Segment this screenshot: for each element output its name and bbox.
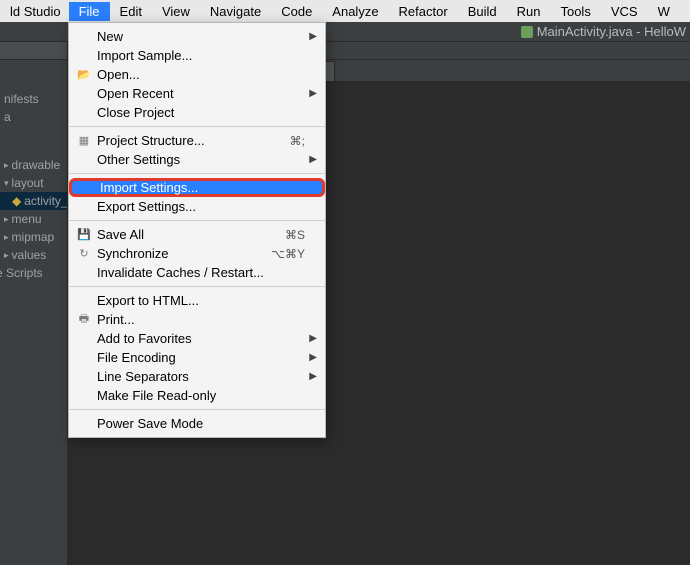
tree-item[interactable]: ▸mipmap	[0, 228, 67, 246]
menu-item-open-recent[interactable]: Open Recent ▶	[69, 84, 325, 103]
menu-item-make-file-read-only[interactable]: Make File Read-only	[69, 386, 325, 405]
menu-item-print[interactable]: 🖶 Print...	[69, 310, 325, 329]
menu-item-invalidate-caches-restart[interactable]: Invalidate Caches / Restart...	[69, 263, 325, 282]
window-tab-icon	[521, 26, 533, 38]
chevron-right-icon: ▸	[4, 214, 9, 225]
menu-item-new[interactable]: New ▶	[69, 27, 325, 46]
menu-item-add-to-favorites[interactable]: Add to Favorites ▶	[69, 329, 325, 348]
menu-separator	[69, 173, 325, 174]
folder-icon: 📂	[77, 68, 91, 81]
menu-item-import-sample[interactable]: Import Sample...	[69, 46, 325, 65]
menu-vcs[interactable]: VCS	[601, 2, 648, 21]
menu-analyze[interactable]: Analyze	[322, 2, 388, 21]
tree-item[interactable]: ▸drawable	[0, 156, 67, 174]
xml-file-icon: ◆	[12, 194, 21, 208]
submenu-arrow-icon: ▶	[309, 154, 317, 165]
menu-item-label: Power Save Mode	[97, 416, 203, 431]
sync-icon: ↻	[77, 247, 91, 260]
menu-item-label: Export Settings...	[97, 199, 196, 214]
menu-item-save-all[interactable]: 💾 Save All ⌘S	[69, 225, 325, 244]
menu-item-close-project[interactable]: Close Project	[69, 103, 325, 122]
menu-item-label: Synchronize	[97, 246, 169, 261]
menu-item-power-save-mode[interactable]: Power Save Mode	[69, 414, 325, 433]
tree-item[interactable]: ▸values	[0, 246, 67, 264]
submenu-arrow-icon: ▶	[309, 333, 317, 344]
menu-item-label: Export to HTML...	[97, 293, 199, 308]
menu-item-label: Import Settings...	[100, 180, 198, 195]
window-tab-label[interactable]: MainActivity.java - HelloW	[537, 24, 686, 39]
menu-separator	[69, 409, 325, 410]
menu-item-label: Import Sample...	[97, 48, 192, 63]
menu-item-line-separators[interactable]: Line Separators ▶	[69, 367, 325, 386]
tree-item[interactable]: e Scripts	[0, 264, 67, 282]
menu-item-label: Open...	[97, 67, 140, 82]
menu-file[interactable]: File	[69, 2, 110, 21]
menu-item-label: Add to Favorites	[97, 331, 192, 346]
menu-item-label: File Encoding	[97, 350, 176, 365]
menu-w[interactable]: W	[648, 2, 680, 21]
menu-run[interactable]: Run	[507, 2, 551, 21]
menu-build[interactable]: Build	[458, 2, 507, 21]
menu-item-open[interactable]: 📂 Open...	[69, 65, 325, 84]
menu-item-label: Close Project	[97, 105, 174, 120]
shortcut-label: ⌘;	[290, 134, 305, 148]
menu-view[interactable]: View	[152, 2, 200, 21]
menu-item-import-settings[interactable]: Import Settings...	[69, 178, 325, 197]
file-menu-dropdown: New ▶ Import Sample... 📂 Open... Open Recent ▶…	[68, 22, 326, 438]
menu-code[interactable]: Code	[271, 2, 322, 21]
shortcut-label: ⌘S	[285, 228, 305, 242]
tree-item[interactable]: ◆activity_	[0, 192, 67, 210]
menu-separator	[69, 126, 325, 127]
menu-item-label: Make File Read-only	[97, 388, 216, 403]
menu-item-synchronize[interactable]: ↻ Synchronize ⌥⌘Y	[69, 244, 325, 263]
menu-navigate[interactable]: Navigate	[200, 2, 271, 21]
app-name: ld Studio	[2, 4, 69, 19]
menu-item-label: Project Structure...	[97, 133, 205, 148]
menu-item-file-encoding[interactable]: File Encoding ▶	[69, 348, 325, 367]
menu-item-label: Print...	[97, 312, 135, 327]
print-icon: 🖶	[77, 310, 91, 329]
project-sidebar: nifests a ▸drawable ▾layout ◆activity_ ▸…	[0, 42, 68, 565]
tree-item[interactable]: ▾layout	[0, 174, 67, 192]
menu-item-label: Invalidate Caches / Restart...	[97, 265, 264, 280]
tree-item[interactable]: a	[0, 108, 67, 126]
chevron-right-icon: ▸	[4, 250, 9, 261]
menu-item-label: Open Recent	[97, 86, 174, 101]
menu-item-label: New	[97, 29, 123, 44]
submenu-arrow-icon: ▶	[309, 371, 317, 382]
chevron-right-icon: ▸	[4, 232, 9, 243]
menu-item-export-to-html[interactable]: Export to HTML...	[69, 291, 325, 310]
chevron-right-icon: ▸	[4, 160, 9, 171]
submenu-arrow-icon: ▶	[309, 352, 317, 363]
tree-item[interactable]: ▸menu	[0, 210, 67, 228]
menu-separator	[69, 220, 325, 221]
menu-refactor[interactable]: Refactor	[389, 2, 458, 21]
menu-item-label: Other Settings	[97, 152, 180, 167]
menubar: ld Studio File Edit View Navigate Code A…	[0, 0, 690, 22]
menu-item-label: Line Separators	[97, 369, 189, 384]
menu-item-project-structure[interactable]: ▦ Project Structure... ⌘;	[69, 131, 325, 150]
submenu-arrow-icon: ▶	[309, 88, 317, 99]
menu-edit[interactable]: Edit	[110, 2, 152, 21]
menu-separator	[69, 286, 325, 287]
shortcut-label: ⌥⌘Y	[271, 247, 305, 261]
tree-item[interactable]: nifests	[0, 90, 67, 108]
menu-item-export-settings[interactable]: Export Settings...	[69, 197, 325, 216]
chevron-down-icon: ▾	[4, 178, 9, 189]
menu-item-label: Save All	[97, 227, 144, 242]
proj-icon: ▦	[77, 134, 91, 147]
sidebar-header	[0, 42, 67, 60]
menu-tools[interactable]: Tools	[550, 2, 600, 21]
submenu-arrow-icon: ▶	[309, 31, 317, 42]
menu-item-other-settings[interactable]: Other Settings ▶	[69, 150, 325, 169]
save-icon: 💾	[77, 228, 91, 241]
